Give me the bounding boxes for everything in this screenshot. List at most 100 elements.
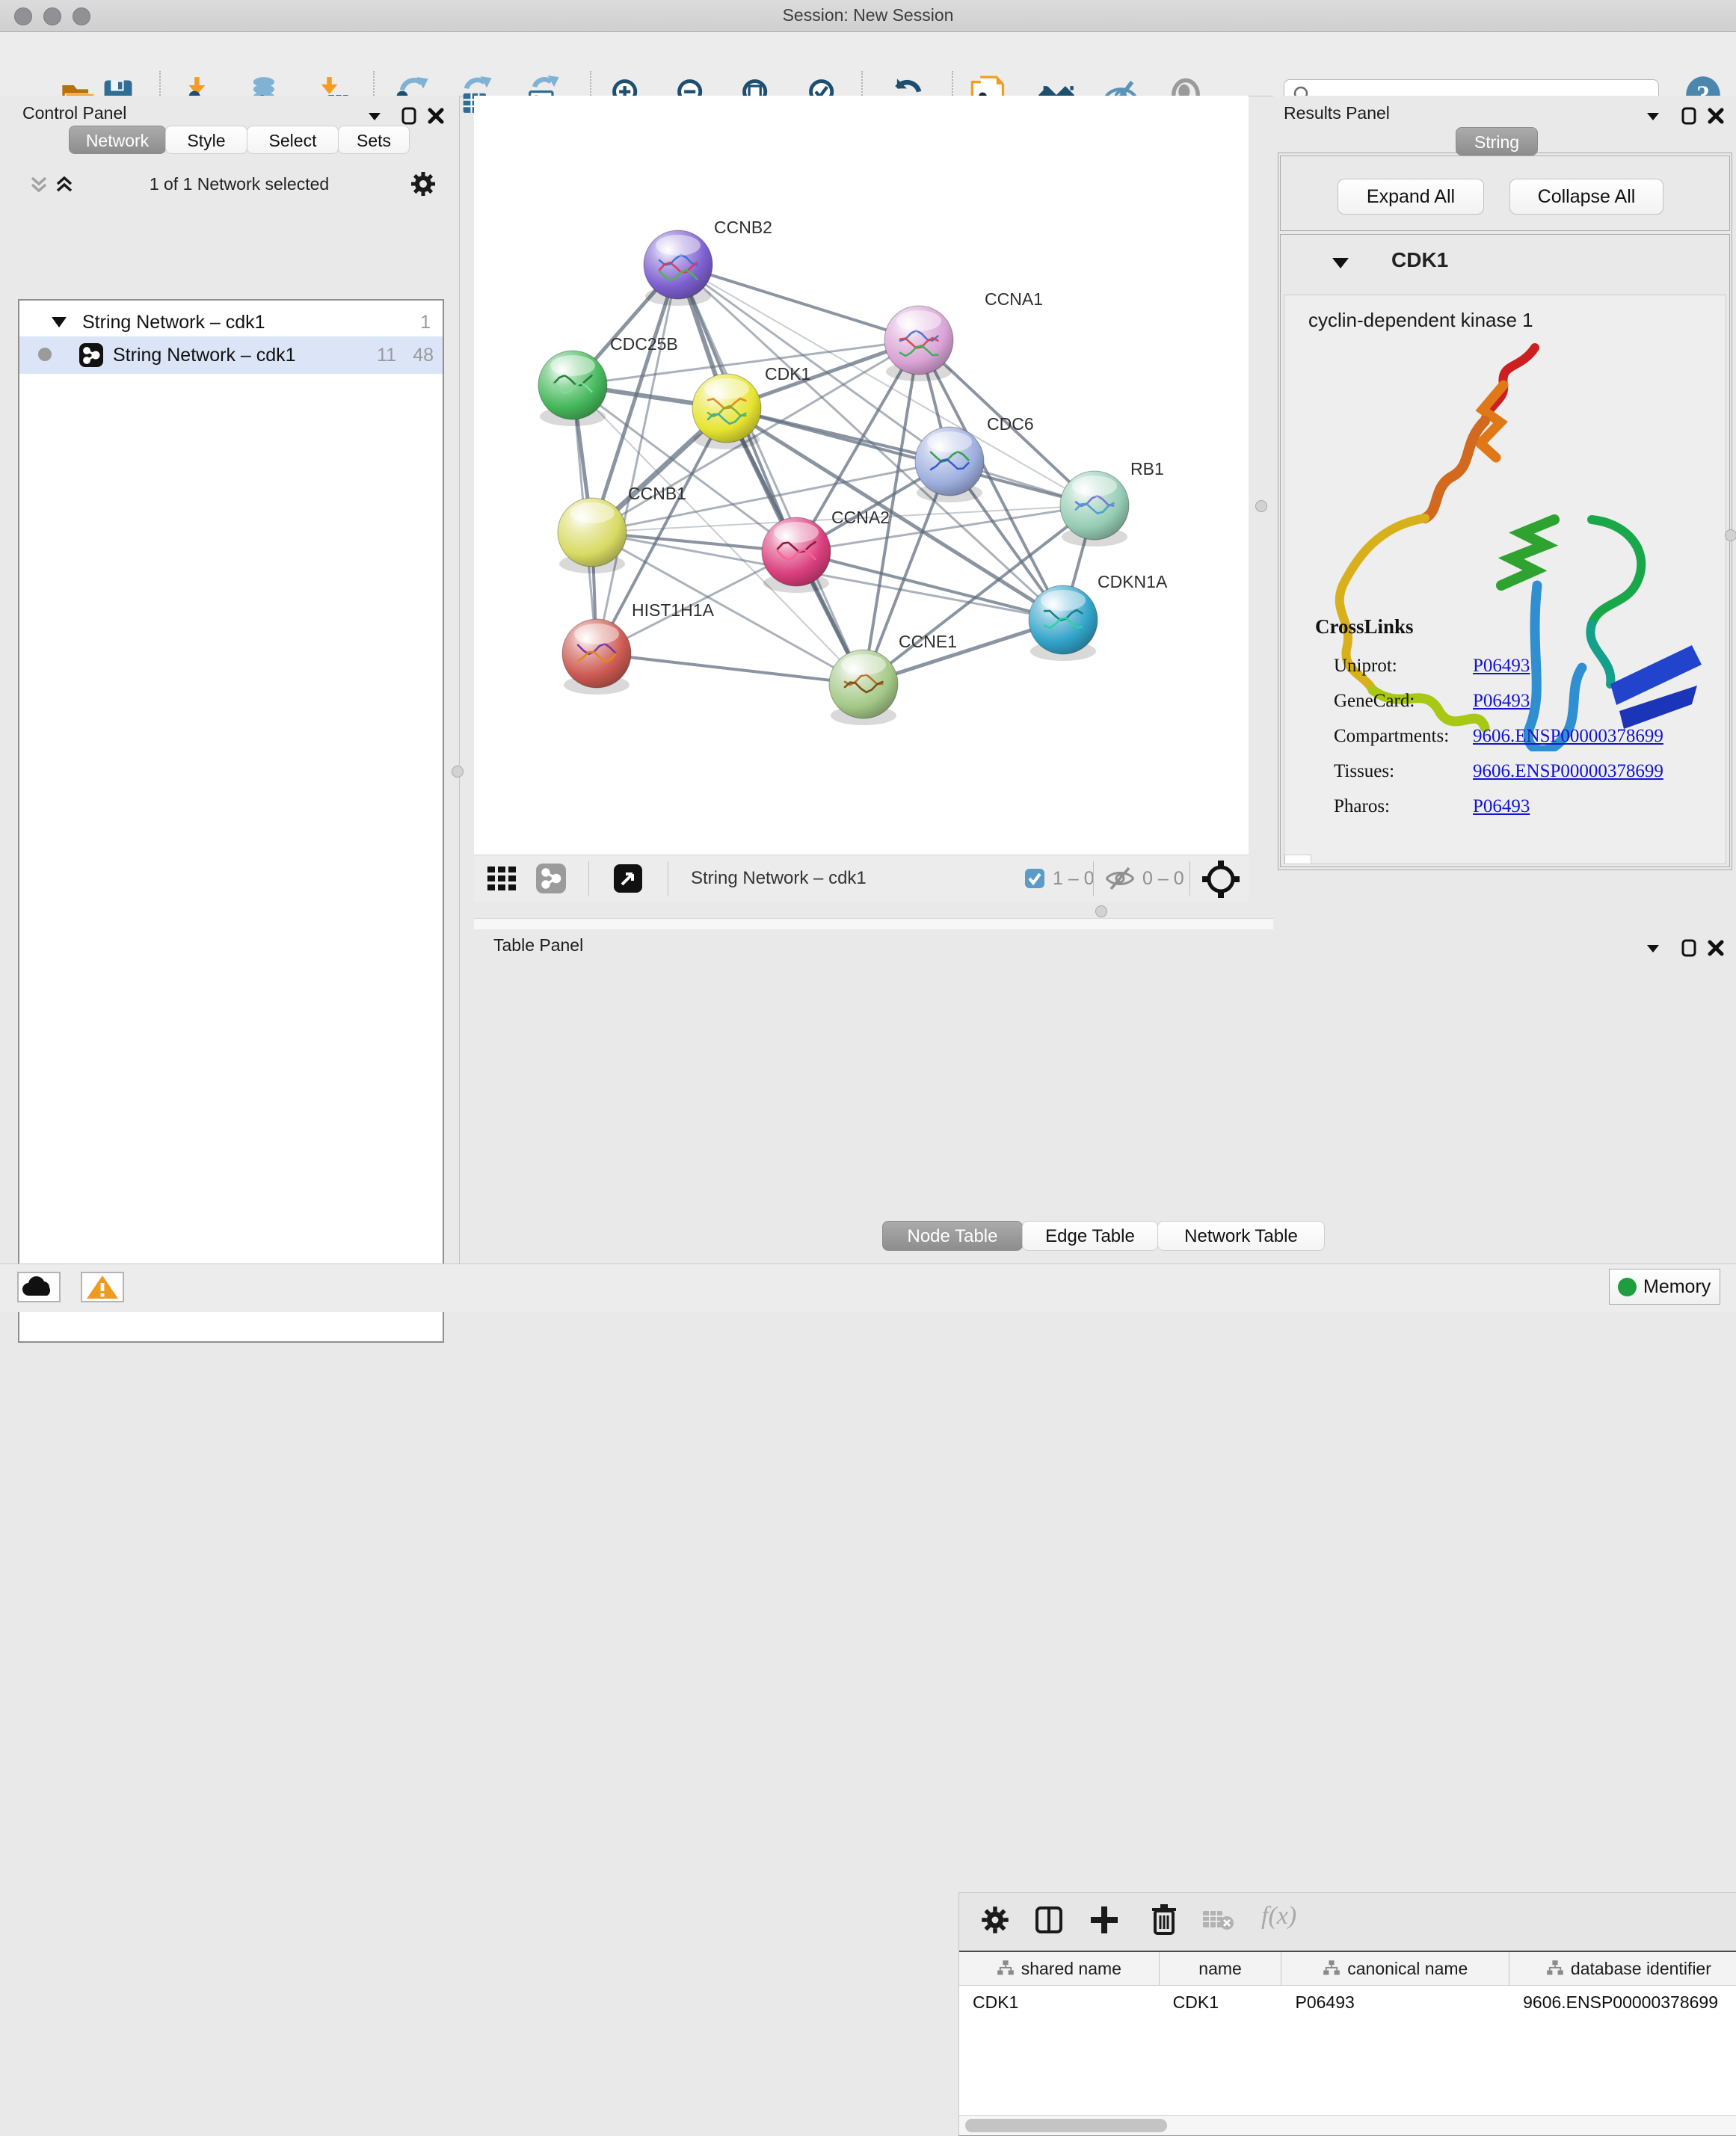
crosslinks-title: CrossLinks <box>1315 615 1414 638</box>
tab-network-table[interactable]: Network Table <box>1157 1221 1325 1251</box>
results-panel-collapse-icon[interactable] <box>1642 105 1664 127</box>
node-label-CCNB1: CCNB1 <box>628 484 686 503</box>
splitter-handle[interactable] <box>1255 500 1267 512</box>
network-collection-row[interactable]: String Network – cdk1 1 <box>19 304 443 341</box>
cloud-button[interactable] <box>17 1272 61 1302</box>
table-cell[interactable]: CDK1 <box>1160 1986 1282 2019</box>
control-panel-float-icon[interactable] <box>398 105 420 127</box>
birds-eye-icon[interactable] <box>613 864 643 893</box>
section-collapse-icon[interactable] <box>1330 254 1351 272</box>
node-label-CCNA1: CCNA1 <box>985 289 1043 309</box>
table-panel-collapse-icon[interactable] <box>1642 937 1664 959</box>
results-panel: Results Panel String Expand All Collapse… <box>1273 96 1736 929</box>
network-view-title: String Network – cdk1 <box>691 868 867 889</box>
table-header: shared namename canonical name database id… <box>959 1951 1736 1986</box>
gene-detail-box: cyclin-dependent kinase 1 CrossLinks Un <box>1284 295 1726 864</box>
warning-icon <box>82 1273 123 1301</box>
network-edge-CCNB2-CCNA1[interactable] <box>678 265 919 340</box>
column-scope-icon <box>997 1960 1015 1978</box>
crosslinks-list: Uniprot:P06493GeneCard:P06493Compartment… <box>1334 648 1708 824</box>
network-badge-icon <box>79 342 104 368</box>
node-label-CCNE1: CCNE1 <box>899 632 957 651</box>
crosslink-label: Pharos: <box>1334 796 1473 817</box>
splitter-handle[interactable] <box>1095 905 1107 917</box>
control-panel-close-icon[interactable] <box>425 105 447 127</box>
results-panel-float-icon[interactable] <box>1678 105 1700 127</box>
column-label: canonical name <box>1347 1959 1468 1979</box>
crosslink-row: Compartments:9606.ENSP00000378699 <box>1334 718 1708 754</box>
expand-all-icon[interactable] <box>54 173 75 196</box>
table-h-scrollbar[interactable] <box>959 2115 1736 2135</box>
crosslink-link[interactable]: 9606.ENSP00000378699 <box>1473 761 1663 782</box>
node-label-CDC25B: CDC25B <box>610 334 678 354</box>
show-columns-icon[interactable] <box>1032 1903 1065 1936</box>
scrollbar-chip[interactable] <box>1284 855 1311 864</box>
selected-checkbox-icon[interactable] <box>1024 868 1045 889</box>
column-header-1[interactable]: name <box>1160 1952 1282 1985</box>
tree-expand-icon[interactable] <box>49 314 69 330</box>
scrollbar-thumb[interactable] <box>965 2119 1167 2132</box>
crosslink-row: Tissues:9606.ENSP00000378699 <box>1334 754 1708 789</box>
column-label: database identifier <box>1571 1959 1711 1979</box>
collapse-all-button[interactable]: Collapse All <box>1509 179 1663 215</box>
grid-view-icon[interactable] <box>487 866 521 891</box>
tab-edge-table[interactable]: Edge Table <box>1022 1221 1158 1251</box>
tab-select[interactable]: Select <box>247 126 339 154</box>
network-edge-CDK1-RB1[interactable] <box>727 408 1095 505</box>
results-panel-close-icon[interactable] <box>1705 105 1727 127</box>
node-label-CCNA2: CCNA2 <box>831 508 890 527</box>
status-bar: Memory <box>0 1264 1736 1312</box>
tab-node-table[interactable]: Node Table <box>882 1221 1023 1251</box>
delete-column-icon[interactable] <box>1148 1902 1181 1936</box>
table-container: f(x) shared namenamecanonical namedataba… <box>958 1892 1736 2136</box>
column-header-2[interactable]: canonical name <box>1281 1952 1509 1985</box>
window-title: Session: New Session <box>0 5 1736 25</box>
table-cell[interactable]: 9606.ENSP00000378699 <box>1509 1986 1736 2019</box>
network-row-selected[interactable]: String Network – cdk1 11 48 <box>19 336 443 374</box>
table-cell[interactable]: P06493 <box>1281 1986 1509 2019</box>
column-header-0[interactable]: shared name <box>959 1952 1160 1985</box>
warning-button[interactable] <box>81 1272 124 1302</box>
gene-section: CDK1 cyclin-dependent kinase 1 Cro <box>1280 234 1730 867</box>
table-panel-close-icon[interactable] <box>1705 937 1727 959</box>
network-edge-CCNB2-CCNE1[interactable] <box>678 265 864 684</box>
tab-network[interactable]: Network <box>69 126 166 154</box>
collapse-all-icon[interactable] <box>28 173 49 196</box>
memory-button[interactable]: Memory <box>1609 1269 1720 1305</box>
window-titlebar: Session: New Session <box>0 0 1736 32</box>
add-column-icon[interactable] <box>1088 1903 1121 1936</box>
crosslink-link[interactable]: 9606.ENSP00000378699 <box>1473 726 1663 747</box>
network-canvas[interactable]: CCNB2CCNA1CDC25BCDK1CDC6RB1CCNB1CCNA2CDK… <box>474 96 1249 855</box>
column-header-3[interactable]: database identifier <box>1509 1952 1736 1985</box>
current-network-dot-icon <box>37 347 52 362</box>
fit-selected-crosshair-icon[interactable] <box>1201 859 1241 899</box>
crosslink-link[interactable]: P06493 <box>1473 796 1530 817</box>
crosslink-row: Uniprot:P06493 <box>1334 648 1708 683</box>
hidden-count: 0 – 0 <box>1142 868 1184 890</box>
splitter-handle[interactable] <box>1725 529 1736 541</box>
gear-icon[interactable] <box>410 170 437 197</box>
table-gear-icon[interactable] <box>980 1905 1010 1935</box>
splitter-handle[interactable] <box>452 766 464 778</box>
network-node-count: 11 <box>377 345 396 366</box>
network-label: String Network – cdk1 <box>113 345 296 366</box>
tab-string[interactable]: String <box>1456 127 1538 156</box>
table-panel-float-icon[interactable] <box>1678 937 1700 959</box>
table-cell[interactable]: CDK1 <box>959 1986 1160 2019</box>
table-row[interactable]: CDK1CDK1P064939606.ENSP00000378699cyclin… <box>959 1986 1736 2019</box>
column-scope-icon <box>1323 1960 1341 1978</box>
network-selection-status: 1 of 1 Network selected <box>90 174 389 194</box>
expand-all-button[interactable]: Expand All <box>1338 179 1484 215</box>
network-edge-HIST1H1A-CCNE1[interactable] <box>597 653 864 684</box>
tab-style[interactable]: Style <box>165 126 247 154</box>
crosslink-link[interactable]: P06493 <box>1473 691 1530 712</box>
crosslink-link[interactable]: P06493 <box>1473 656 1530 677</box>
network-view-icon[interactable] <box>535 863 567 894</box>
toolbar-separator <box>1189 861 1190 896</box>
table-body <box>959 2019 1736 2115</box>
tab-sets[interactable]: Sets <box>338 126 410 154</box>
network-edge-CCNB2-HIST1H1A[interactable] <box>597 265 678 653</box>
control-panel-collapse-icon[interactable] <box>363 105 386 127</box>
table-panel-title: Table Panel <box>493 935 583 955</box>
cloud-icon <box>19 1273 59 1301</box>
